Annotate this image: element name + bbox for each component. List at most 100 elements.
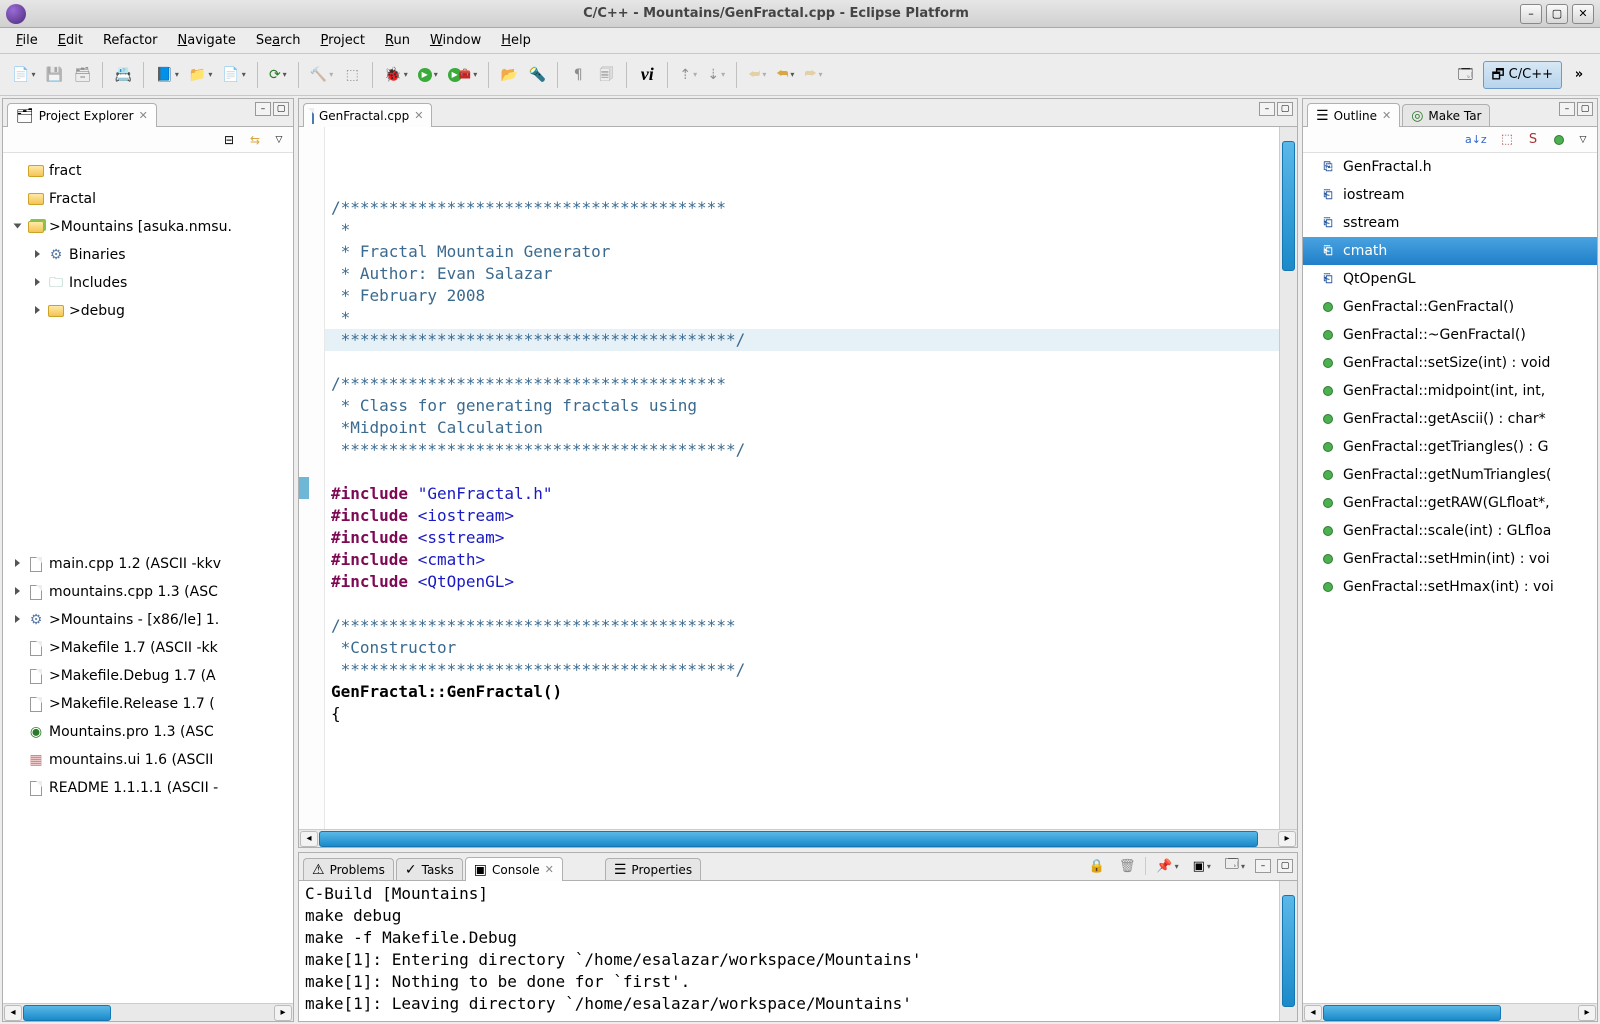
prev-annotation-button[interactable]: ⇡▾	[675, 61, 701, 89]
outline-item[interactable]: ⎗iostream	[1303, 181, 1597, 209]
menu-navigate[interactable]: Navigate	[170, 30, 244, 51]
outline-item[interactable]: GenFractal::GenFractal()	[1303, 293, 1597, 321]
minimize-view-button[interactable]: –	[1255, 859, 1271, 873]
console-lock-button[interactable]: 🔒	[1085, 856, 1109, 876]
outline-item[interactable]: GenFractal::getTriangles() : G	[1303, 433, 1597, 461]
maximize-view-button[interactable]: ▢	[1277, 859, 1293, 873]
view-menu-button[interactable]: ▽	[271, 130, 287, 150]
maximize-view-button[interactable]: ▢	[1577, 102, 1593, 116]
tree-item-mountainscpp[interactable]: mountains.cpp 1.3 (ASC	[3, 578, 293, 606]
tree-item-includes[interactable]: 🗀Includes	[3, 269, 293, 297]
hide-nonpublic-button[interactable]	[1549, 130, 1569, 150]
new-source-button[interactable]: 📄▾	[218, 61, 249, 89]
outline-list[interactable]: ⎘GenFractal.h ⎗iostream ⎗sstream ⎗cmath …	[1303, 153, 1597, 1021]
outline-item[interactable]: GenFractal::setHmin(int) : voi	[1303, 545, 1597, 573]
menu-search[interactable]: Search	[248, 30, 309, 51]
outline-item[interactable]: GenFractal::getNumTriangles(	[1303, 461, 1597, 489]
close-icon[interactable]: ✕	[139, 109, 148, 122]
perspective-cpp[interactable]: 🗗C/C++	[1483, 61, 1562, 89]
scroll-left-button[interactable]: ◂	[300, 831, 318, 847]
tree-item-makefile[interactable]: >Makefile 1.7 (ASCII -kk	[3, 634, 293, 662]
menu-refactor[interactable]: Refactor	[95, 30, 166, 51]
menu-project[interactable]: Project	[313, 30, 374, 51]
new-folder-button[interactable]: 📁▾	[185, 61, 216, 89]
tab-problems[interactable]: ⚠Problems	[303, 858, 394, 880]
outline-item[interactable]: GenFractal::midpoint(int, int,	[1303, 377, 1597, 405]
close-icon[interactable]: ✕	[414, 109, 423, 122]
external-tools-button[interactable]: ▶🧰▾	[444, 61, 481, 89]
maximize-button[interactable]: ▢	[1546, 4, 1568, 24]
tab-outline[interactable]: ☰ Outline ✕	[1307, 103, 1400, 127]
tree-item-mountains[interactable]: >Mountains [asuka.nmsu.	[3, 213, 293, 241]
tree-item-makefile-release[interactable]: >Makefile.Release 1.7 (	[3, 690, 293, 718]
console-vscroll[interactable]	[1279, 881, 1297, 1021]
code-editor[interactable]: /***************************************…	[325, 127, 1279, 829]
tab-console[interactable]: ▣Console✕	[465, 857, 563, 881]
tab-project-explorer[interactable]: 🗂 Project Explorer ✕	[7, 103, 157, 127]
tree-item-maincpp[interactable]: main.cpp 1.2 (ASCII -kkv	[3, 550, 293, 578]
outline-item[interactable]: ⎗sstream	[1303, 209, 1597, 237]
outline-item[interactable]: ⎘GenFractal.h	[1303, 153, 1597, 181]
save-all-button[interactable]: 🗃	[69, 61, 95, 89]
tab-tasks[interactable]: ✓Tasks	[396, 858, 463, 880]
tab-make-targets[interactable]: ◎ Make Tar	[1402, 104, 1490, 126]
run-button[interactable]: ▶▾	[414, 61, 442, 89]
outline-item[interactable]: ⎗QtOpenGL	[1303, 265, 1597, 293]
link-editor-button[interactable]: ⇆	[245, 130, 265, 150]
maximize-view-button[interactable]: ▢	[1277, 102, 1293, 116]
debug-button[interactable]: 🐞▾	[380, 61, 411, 89]
perspective-more-button[interactable]: »	[1566, 61, 1592, 89]
menu-window[interactable]: Window	[422, 30, 489, 51]
minimize-view-button[interactable]: –	[255, 102, 271, 116]
scroll-left-button[interactable]: ◂	[1304, 1005, 1322, 1021]
annotation-button[interactable]: 🗐	[593, 61, 619, 89]
hide-fields-button[interactable]: ⬚	[1497, 130, 1517, 150]
tab-properties[interactable]: ☰Properties	[605, 858, 701, 880]
minimize-view-button[interactable]: –	[1259, 102, 1275, 116]
scroll-left-button[interactable]: ◂	[4, 1005, 22, 1021]
save-button[interactable]: 💾	[41, 61, 67, 89]
outline-item[interactable]: GenFractal::getAscii() : char*	[1303, 405, 1597, 433]
tree-item-fractal[interactable]: Fractal	[3, 185, 293, 213]
new-class-button[interactable]: 📘▾	[151, 61, 182, 89]
console-pin-button[interactable]: 📌▾	[1152, 856, 1182, 876]
hscroll-thumb[interactable]	[1323, 1005, 1501, 1021]
hscroll-thumb[interactable]	[23, 1005, 111, 1021]
toggle-button[interactable]: ⬚	[339, 61, 365, 89]
search-button[interactable]: 🔦	[524, 61, 550, 89]
outline-item[interactable]: GenFractal::scale(int) : GLfloa	[1303, 517, 1597, 545]
close-icon[interactable]: ✕	[545, 863, 554, 876]
tree-item-makefile-debug[interactable]: >Makefile.Debug 1.7 (A	[3, 662, 293, 690]
tree-item-mountains-bin[interactable]: ⚙>Mountains - [x86/le] 1.	[3, 606, 293, 634]
view-menu-button[interactable]: ▽	[1575, 130, 1591, 150]
scroll-right-button[interactable]: ▸	[274, 1005, 292, 1021]
tree-item-debug[interactable]: >debug	[3, 297, 293, 325]
tree-item-mountains-ui[interactable]: ▦mountains.ui 1.6 (ASCII	[3, 746, 293, 774]
tree-item-mountains-pro[interactable]: ◉Mountains.pro 1.3 (ASC	[3, 718, 293, 746]
close-window-button[interactable]: ✕	[1572, 4, 1594, 24]
maximize-view-button[interactable]: ▢	[273, 102, 289, 116]
scroll-right-button[interactable]: ▸	[1578, 1005, 1596, 1021]
back-button[interactable]: ⮨▾	[744, 61, 770, 89]
console-display-button[interactable]: ▣▾	[1189, 856, 1215, 876]
console-clear-button[interactable]: 🗑	[1115, 856, 1140, 876]
forward-history-button[interactable]: ⮪▾	[772, 61, 798, 89]
outline-item[interactable]: GenFractal::~GenFractal()	[1303, 321, 1597, 349]
outline-item[interactable]: GenFractal::getRAW(GLfloat*,	[1303, 489, 1597, 517]
close-icon[interactable]: ✕	[1382, 109, 1391, 122]
open-type-button[interactable]: 📂	[496, 61, 522, 89]
menu-help[interactable]: Help	[493, 30, 539, 51]
build-config-button[interactable]: 🔨▾	[306, 61, 337, 89]
editor-tab-genfractal[interactable]: GenFractal.cpp ✕	[303, 103, 432, 127]
tree-item-fract[interactable]: fract	[3, 157, 293, 185]
console-output[interactable]: C-Build [Mountains] make debug make -f M…	[299, 881, 1297, 1017]
mark-button[interactable]: ¶	[565, 61, 591, 89]
vscroll-thumb[interactable]	[1282, 895, 1295, 1007]
outline-item-selected[interactable]: ⎗cmath	[1303, 237, 1597, 265]
sort-button[interactable]: a↓z	[1461, 130, 1491, 150]
menu-file[interactable]: File	[8, 30, 46, 51]
next-annotation-button[interactable]: ⇣▾	[703, 61, 729, 89]
collapse-all-button[interactable]: ⊟	[219, 130, 239, 150]
vi-mode-button[interactable]: vi	[634, 61, 660, 89]
new-button[interactable]: 📄▾	[8, 61, 39, 89]
